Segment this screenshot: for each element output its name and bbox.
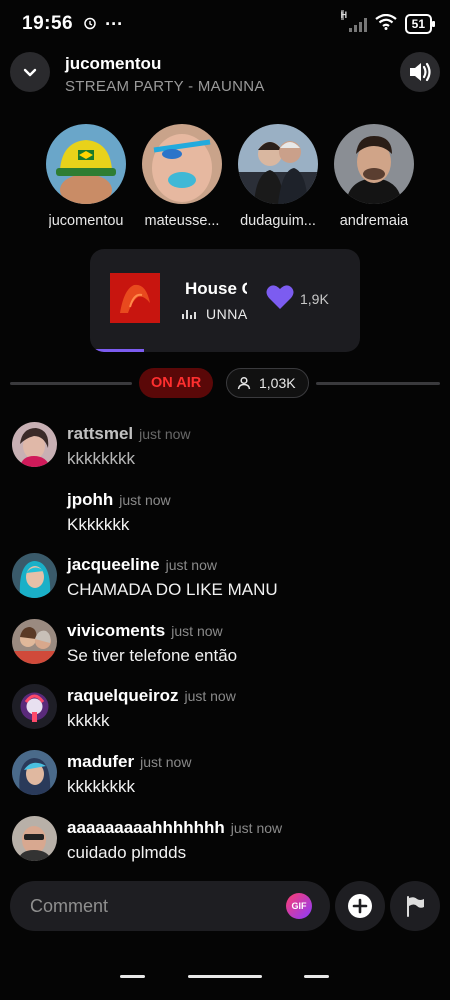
viewers-badge[interactable]: 1,03K bbox=[226, 368, 309, 398]
back-button[interactable] bbox=[304, 975, 329, 978]
comment-time: just now bbox=[140, 753, 192, 770]
comment-text: Kkkkkkk bbox=[67, 514, 130, 534]
comment-item: jpohh just now Kkkkkkk bbox=[0, 486, 450, 552]
comment-list: rattsmel just now kkkkkkkk jpohh just now … bbox=[0, 420, 450, 879]
avatar[interactable] bbox=[12, 684, 57, 730]
person-icon bbox=[237, 376, 251, 390]
avatar bbox=[334, 124, 414, 204]
heart-icon[interactable] bbox=[266, 284, 294, 315]
add-button[interactable] bbox=[335, 881, 385, 931]
collapse-button[interactable] bbox=[10, 52, 50, 92]
status-bar: 19:56 ··· H 51 bbox=[0, 0, 450, 48]
recent-apps-button[interactable] bbox=[120, 975, 145, 978]
divider bbox=[10, 382, 132, 385]
comment-item: jacqueeline just now CHAMADA DO LIKE MANU bbox=[0, 551, 450, 617]
song-progress-fill bbox=[90, 349, 144, 352]
comment-user[interactable]: madufer just now bbox=[67, 752, 191, 772]
comment-text: kkkkk bbox=[67, 711, 110, 731]
live-status-row: ON AIR 1,03K bbox=[10, 368, 440, 400]
header: jucomentou STREAM PARTY - MAUNNA bbox=[10, 52, 440, 96]
song-title: House C bbox=[185, 279, 247, 298]
home-button[interactable] bbox=[188, 975, 262, 978]
avatar bbox=[142, 124, 222, 204]
avatar bbox=[238, 124, 318, 204]
volume-icon bbox=[410, 62, 431, 82]
comment-user[interactable]: jacqueeline just now bbox=[67, 555, 217, 575]
listener-name: andremaia bbox=[339, 213, 409, 229]
chevron-down-icon bbox=[23, 68, 37, 77]
avatar[interactable] bbox=[12, 422, 57, 467]
more-notifications-icon: ··· bbox=[105, 13, 124, 34]
comment-user[interactable]: rattsmel just now bbox=[67, 424, 191, 444]
likes-count: 1,9K bbox=[300, 291, 329, 307]
network-type: H bbox=[340, 10, 348, 20]
status-time: 19:56 bbox=[22, 13, 74, 34]
wifi-icon bbox=[374, 13, 397, 35]
comment-text: CHAMADA DO LIKE MANU bbox=[67, 580, 278, 600]
divider bbox=[316, 382, 440, 385]
report-button[interactable] bbox=[390, 881, 440, 931]
page-title: jucomentou bbox=[65, 54, 162, 73]
plus-circle-icon bbox=[348, 894, 372, 918]
comment-item: aaaaaaaaahhhhhhh just now cuidado plmdds bbox=[0, 814, 450, 880]
battery-indicator: 51 bbox=[404, 14, 436, 34]
comment-item: rattsmel just now kkkkkkkk bbox=[0, 420, 450, 486]
now-playing-card[interactable]: House C UNNA 1,9K bbox=[90, 249, 360, 352]
listener-name: dudaguim... bbox=[240, 213, 316, 229]
comment-user[interactable]: vivicoments just now bbox=[67, 621, 223, 641]
comment-time: just now bbox=[184, 688, 236, 705]
page-subtitle: STREAM PARTY - MAUNNA bbox=[65, 78, 265, 95]
comment-text: cuidado plmdds bbox=[67, 842, 187, 862]
avatar bbox=[46, 124, 126, 204]
comment-text: Se tiver telefone então bbox=[67, 645, 238, 665]
comment-item: raquelqueiroz just now kkkkk bbox=[0, 682, 450, 748]
comment-time: just now bbox=[165, 557, 217, 574]
gif-button[interactable]: GIF bbox=[286, 893, 312, 919]
composer-bar: GIF bbox=[10, 881, 440, 933]
album-cover bbox=[110, 273, 160, 323]
comment-user[interactable]: aaaaaaaaahhhhhhh just now bbox=[67, 818, 282, 838]
comment-time: just now bbox=[230, 819, 283, 836]
avatar[interactable] bbox=[12, 618, 57, 664]
comment-user[interactable]: raquelqueiroz just now bbox=[67, 686, 236, 706]
comment-time: just now bbox=[139, 426, 191, 442]
avatar[interactable] bbox=[12, 749, 57, 795]
listener-item[interactable]: dudaguim... bbox=[232, 124, 324, 229]
volume-button[interactable] bbox=[400, 52, 440, 92]
equalizer-icon bbox=[182, 309, 196, 319]
on-air-badge: ON AIR bbox=[139, 368, 214, 398]
artist-name: UNNA bbox=[206, 306, 248, 322]
comment-item: vivicoments just now Se tiver telefone en… bbox=[0, 617, 450, 683]
comment-text: kkkkkkkk bbox=[67, 776, 135, 796]
viewers-count: 1,03K bbox=[259, 375, 296, 391]
listener-item[interactable]: mateusse... bbox=[136, 124, 228, 229]
comment-time: just now bbox=[171, 622, 223, 639]
listener-item[interactable]: jucomentou bbox=[40, 124, 132, 229]
system-nav-bar bbox=[0, 975, 450, 983]
song-progress-bar bbox=[90, 349, 360, 352]
comment-user[interactable]: jpohh just now bbox=[67, 490, 171, 510]
cellular-signal-icon: H bbox=[340, 10, 367, 32]
listener-item[interactable]: andremaia bbox=[328, 124, 420, 229]
listener-name: jucomentou bbox=[48, 213, 124, 229]
flag-icon bbox=[407, 896, 424, 917]
comment-text: kkkkkkkk bbox=[67, 449, 135, 468]
comment-time: just now bbox=[119, 491, 171, 508]
listeners-row: jucomentou mateusse... dudaguim... andre… bbox=[40, 124, 420, 229]
listener-name: mateusse... bbox=[144, 213, 220, 229]
avatar[interactable] bbox=[12, 815, 57, 861]
comment-item: madufer just now kkkkkkkk bbox=[0, 748, 450, 814]
comment-input[interactable] bbox=[10, 881, 330, 931]
alarm-icon bbox=[83, 16, 97, 33]
avatar[interactable] bbox=[12, 553, 57, 599]
